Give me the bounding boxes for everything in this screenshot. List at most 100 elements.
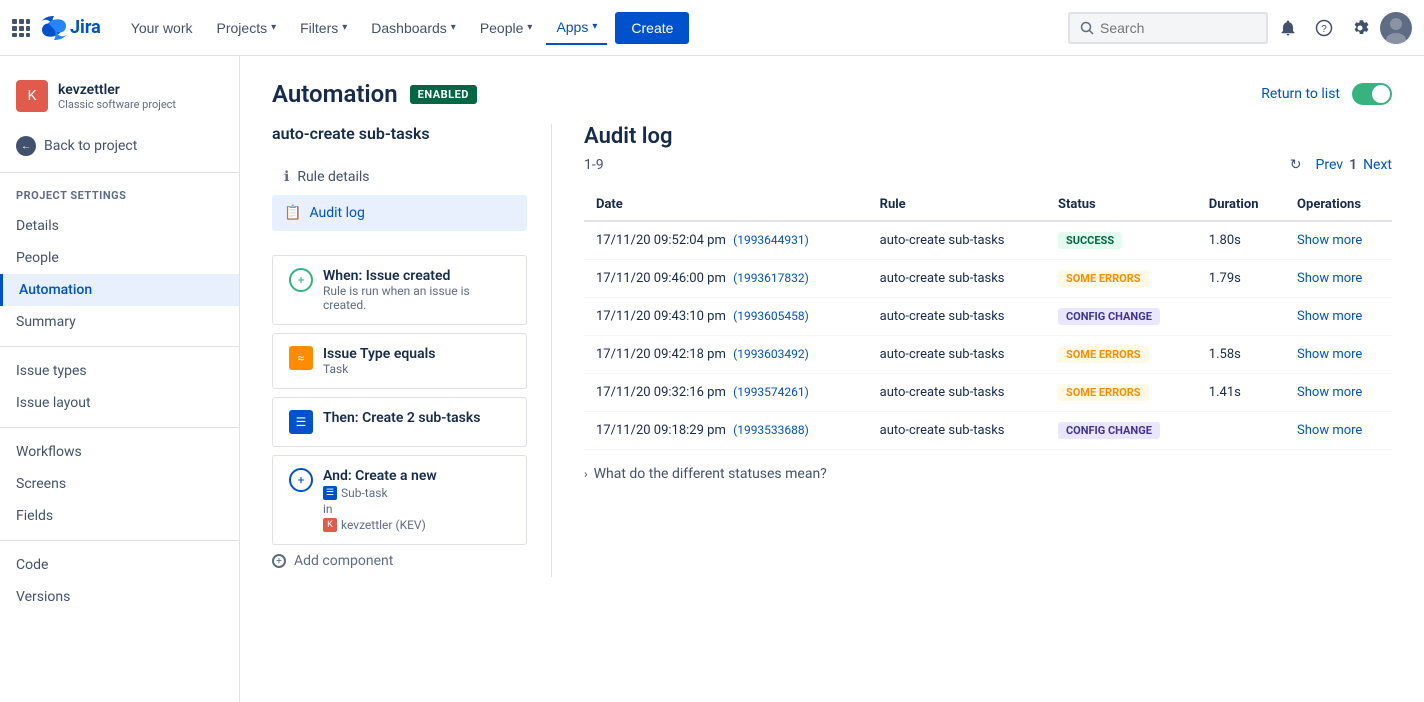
table-row: 17/11/20 09:43:10 pm (1993605458) auto-c… [584, 298, 1392, 336]
sidebar-item-details[interactable]: Details [0, 210, 239, 242]
operations-cell: Show more [1285, 374, 1392, 412]
sidebar-item-versions[interactable]: Versions [0, 581, 239, 613]
notifications-button[interactable] [1272, 12, 1304, 44]
condition-step-header: ≈ Issue Type equals Task [289, 346, 510, 376]
date-cell: 17/11/20 09:46:00 pm (1993617832) [584, 260, 868, 298]
condition-subtitle: Task [323, 362, 510, 376]
subtask-icon: ☰ [323, 486, 337, 500]
sidebar-item-people[interactable]: People [0, 242, 239, 274]
nav-filters[interactable]: Filters ▾ [290, 12, 357, 44]
main-content: Automation ENABLED Return to list auto-c… [240, 56, 1424, 702]
col-duration: Duration [1197, 189, 1285, 221]
audit-table: Date Rule Status Duration Operations 17/… [584, 189, 1392, 450]
audit-id[interactable]: (1993574261) [733, 385, 809, 399]
action2-content: And: Create a new ☰ Sub-task in K [323, 468, 510, 532]
top-navigation: Jira Your work Projects ▾ Filters ▾ Dash… [0, 0, 1424, 56]
search-box[interactable] [1068, 12, 1268, 44]
trigger-content: When: Issue created Rule is run when an … [323, 268, 510, 312]
audit-table-header: Date Rule Status Duration Operations [584, 189, 1392, 221]
show-more-link[interactable]: Show more [1297, 347, 1362, 362]
action2-step: + And: Create a new ☰ Sub-task in [272, 455, 527, 545]
audit-id[interactable]: (1993603492) [733, 347, 809, 361]
show-more-link[interactable]: Show more [1297, 309, 1362, 324]
sidebar-item-summary[interactable]: Summary [0, 306, 239, 338]
rule-menu-audit-log[interactable]: 📋 Audit log [272, 195, 527, 231]
audit-table-body: 17/11/20 09:52:04 pm (1993644931) auto-c… [584, 221, 1392, 450]
settings-button[interactable] [1344, 12, 1376, 44]
col-date: Date [584, 189, 868, 221]
sidebar-item-fields[interactable]: Fields [0, 500, 239, 532]
action2-plus-icon[interactable]: + [289, 468, 313, 492]
sidebar-item-automation[interactable]: Automation [0, 274, 239, 306]
action2-project-detail: in [323, 502, 510, 516]
return-to-list-link[interactable]: Return to list [1261, 86, 1340, 102]
dashboards-chevron: ▾ [451, 22, 456, 33]
next-button[interactable]: Next [1363, 157, 1392, 173]
audit-id[interactable]: (1993605458) [733, 309, 809, 323]
trigger-title: When: Issue created [323, 268, 510, 284]
audit-id[interactable]: (1993617832) [733, 271, 809, 285]
nav-apps[interactable]: Apps ▾ [546, 11, 607, 45]
sidebar-item-issue-types[interactable]: Issue types [0, 355, 239, 387]
date-main: 17/11/20 09:52:04 pm [596, 233, 726, 248]
svg-text:?: ? [1321, 24, 1327, 35]
faq-arrow-icon: › [584, 467, 588, 481]
gear-icon [1351, 19, 1369, 37]
nav-dashboards[interactable]: Dashboards ▾ [361, 12, 466, 44]
apps-chevron: ▾ [592, 21, 597, 32]
sidebar-item-issue-layout[interactable]: Issue layout [0, 387, 239, 419]
nav-your-work[interactable]: Your work [121, 12, 203, 44]
back-to-project-link[interactable]: ← Back to project [0, 128, 239, 164]
status-cell: SOME ERRORS [1046, 336, 1197, 374]
action2-step-header: + And: Create a new ☰ Sub-task in [289, 468, 510, 532]
show-more-link[interactable]: Show more [1297, 233, 1362, 248]
sidebar-item-code[interactable]: Code [0, 549, 239, 581]
faq-row[interactable]: › What do the different statuses mean? [584, 450, 1392, 498]
grid-menu-icon[interactable] [12, 19, 30, 37]
logo-text: Jira [70, 17, 101, 38]
show-more-link[interactable]: Show more [1297, 271, 1362, 286]
audit-log-title: Audit log [584, 124, 1392, 149]
audit-id[interactable]: (1993644931) [733, 233, 809, 247]
action2-detail: ☰ Sub-task [323, 486, 510, 500]
help-icon: ? [1315, 19, 1333, 37]
nav-projects[interactable]: Projects ▾ [207, 12, 287, 44]
rule-cell: auto-create sub-tasks [868, 221, 1046, 260]
sidebar-item-screens[interactable]: Screens [0, 468, 239, 500]
action1-title: Then: Create 2 sub-tasks [323, 410, 510, 426]
help-button[interactable]: ? [1308, 12, 1340, 44]
create-button[interactable]: Create [615, 12, 689, 44]
prev-button[interactable]: Prev [1316, 157, 1344, 173]
enable-toggle[interactable] [1352, 83, 1392, 105]
status-cell: SOME ERRORS [1046, 260, 1197, 298]
duration-cell: 1.58s [1197, 336, 1285, 374]
audit-range-text: 1-9 [584, 157, 604, 173]
action2-project: K kevzettler (KEV) [323, 518, 510, 532]
sidebar-divider-3 [0, 427, 239, 428]
content-split: auto-create sub-tasks ℹ Rule details 📋 A… [272, 124, 1392, 577]
rule-menu-rule-details[interactable]: ℹ Rule details [272, 159, 527, 195]
refresh-icon[interactable]: ↻ [1290, 157, 1302, 173]
jira-logo[interactable]: Jira [42, 16, 101, 40]
trigger-subtitle: Rule is run when an issue is created. [323, 284, 510, 312]
action1-step-header: ☰ Then: Create 2 sub-tasks [289, 410, 510, 434]
trigger-icon[interactable]: + [289, 268, 313, 292]
right-panel: Audit log 1-9 ↻ Prev 1 Next Date Rule [552, 124, 1392, 577]
date-cell: 17/11/20 09:52:04 pm (1993644931) [584, 221, 868, 260]
operations-cell: Show more [1285, 336, 1392, 374]
rule-menu: ℹ Rule details 📋 Audit log [272, 159, 527, 231]
sidebar-item-workflows[interactable]: Workflows [0, 436, 239, 468]
duration-cell [1197, 412, 1285, 450]
back-arrow-icon: ← [16, 136, 36, 156]
clipboard-icon: 📋 [284, 205, 301, 221]
user-avatar[interactable] [1380, 12, 1412, 44]
enabled-badge: ENABLED [410, 85, 477, 104]
nav-people[interactable]: People ▾ [470, 12, 543, 44]
show-more-link[interactable]: Show more [1297, 423, 1362, 438]
status-badge: SOME ERRORS [1058, 384, 1149, 401]
info-icon: ℹ [284, 169, 289, 185]
audit-id[interactable]: (1993533688) [733, 423, 809, 437]
show-more-link[interactable]: Show more [1297, 385, 1362, 400]
add-component-button[interactable]: + Add component [272, 545, 527, 577]
search-input[interactable] [1100, 20, 1240, 36]
